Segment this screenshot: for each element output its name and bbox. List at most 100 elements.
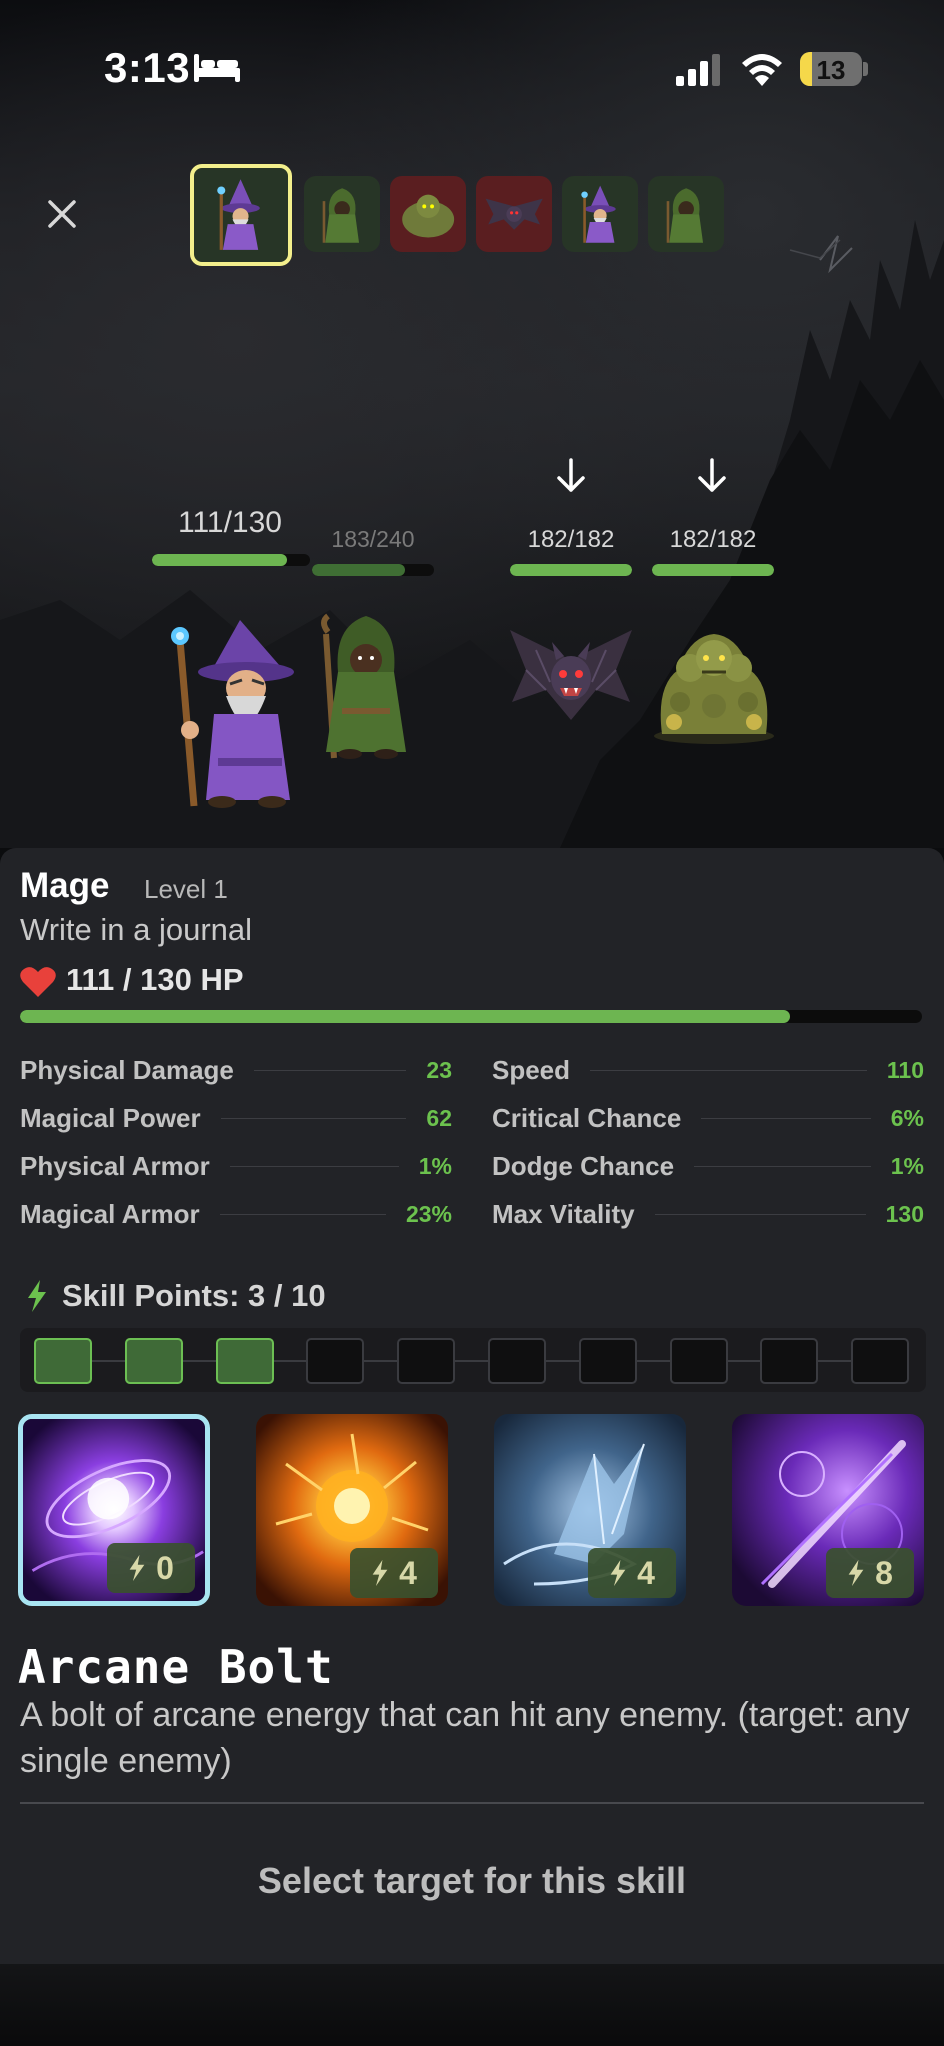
stat-row: Magical Armor 23%	[20, 1196, 452, 1232]
wifi-icon	[742, 54, 782, 86]
skill-point-box	[488, 1338, 546, 1384]
divider	[20, 1802, 924, 1804]
skill-points-label: Skill Points: 3 / 10	[62, 1278, 326, 1313]
golem-hp-label: 182/182	[669, 526, 757, 553]
mage-icon	[581, 185, 616, 243]
turn-slot-golem[interactable]	[390, 176, 466, 252]
mage-hp-fill	[152, 554, 287, 566]
skill-point-connector	[727, 1360, 761, 1362]
stat-divider	[229, 1165, 399, 1167]
turn-slot-mage-active[interactable]	[190, 164, 292, 266]
stat-value: 130	[885, 1200, 924, 1227]
mage-hp-bar	[152, 554, 310, 566]
skill-cost: 8	[875, 1554, 893, 1591]
selected-skill-title: Arcane Bolt	[18, 1640, 334, 1694]
signal-icon	[676, 54, 720, 86]
rogue-hp-bar	[312, 564, 434, 576]
turn-slot-rogue[interactable]	[648, 176, 724, 252]
skill-card-fire-burst[interactable]: 4	[256, 1414, 448, 1606]
bottom-strip	[0, 1964, 944, 2046]
rogue-icon	[322, 188, 359, 243]
skill-cost-badge: 8	[826, 1548, 914, 1598]
skill-card-arcane-bolt[interactable]: 0	[18, 1414, 210, 1606]
rogue-hp-label: 183/240	[331, 526, 415, 552]
close-icon[interactable]	[44, 196, 80, 232]
character-name: Mage	[20, 866, 110, 905]
hp-text: 111 / 130 HP	[66, 962, 244, 997]
skill-cost-badge: 4	[588, 1548, 676, 1598]
skill-card-void-comet[interactable]: 8	[732, 1414, 924, 1606]
stat-divider	[590, 1069, 867, 1071]
target-arrow-icon	[557, 458, 585, 492]
heart-icon	[20, 967, 56, 997]
golem-sprite[interactable]	[650, 616, 778, 744]
stat-name: Physical Damage	[20, 1054, 234, 1085]
bat-hp-bar	[510, 564, 632, 576]
skill-point-box	[760, 1338, 819, 1384]
skill-point-connector	[636, 1360, 670, 1362]
target-arrow-icon	[698, 458, 726, 492]
skill-cost-badge: 0	[107, 1543, 195, 1593]
character-level: Level 1	[144, 874, 228, 904]
skill-point-box	[124, 1338, 183, 1384]
bat-hp-fill	[510, 564, 632, 576]
character-hp-fill	[20, 1010, 791, 1023]
lightning-icon	[610, 1559, 626, 1587]
stat-name: Speed	[492, 1054, 571, 1085]
skill-point-box	[851, 1338, 910, 1384]
select-target-prompt: Select target for this skill	[257, 1860, 687, 1901]
stat-value: 6%	[890, 1104, 924, 1131]
stat-divider	[219, 1213, 386, 1215]
stat-value: 1%	[418, 1152, 452, 1179]
stat-divider	[701, 1117, 871, 1119]
skill-point-connector	[364, 1360, 398, 1362]
turn-slot-mage[interactable]	[562, 176, 638, 252]
character-task: Write in a journal	[20, 912, 253, 947]
lightning-icon	[28, 1280, 46, 1312]
stat-row: Speed 110	[492, 1052, 924, 1088]
bat-icon	[485, 198, 543, 230]
stat-value: 23	[426, 1056, 452, 1083]
status-time: 3:13	[104, 44, 191, 91]
skill-point-connector	[92, 1360, 125, 1362]
stat-row: Critical Chance 6%	[492, 1100, 924, 1136]
skill-cost-badge: 4	[350, 1548, 438, 1598]
stat-divider	[220, 1117, 407, 1119]
skill-point-box	[397, 1338, 456, 1384]
golem-hp-bar	[652, 564, 774, 576]
battery-cap	[863, 62, 868, 76]
bat-sprite[interactable]	[506, 620, 636, 730]
rogue-hp-fill	[312, 564, 406, 576]
bat-hp-label: 182/182	[527, 526, 615, 553]
skill-card-ice-shard[interactable]: 4	[494, 1414, 686, 1606]
stat-divider	[694, 1165, 871, 1167]
turn-slot-bat[interactable]	[476, 176, 552, 252]
stat-name: Max Vitality	[492, 1198, 635, 1229]
skill-point-connector	[818, 1360, 852, 1362]
turn-slot-rogue[interactable]	[304, 176, 380, 252]
rogue-sprite[interactable]	[306, 612, 426, 762]
lightning-icon	[848, 1559, 864, 1587]
lightning-icon	[129, 1554, 145, 1582]
rogue-icon	[666, 188, 703, 243]
stat-name: Dodge Chance	[492, 1150, 675, 1181]
skill-cost: 4	[637, 1554, 655, 1591]
golem-hp-fill	[652, 564, 774, 576]
stat-name: Critical Chance	[492, 1102, 682, 1133]
stat-name: Magical Power	[20, 1102, 201, 1133]
battery-icon: 13	[800, 52, 862, 86]
skill-cost: 0	[156, 1549, 174, 1586]
stat-name: Magical Armor	[20, 1198, 200, 1229]
mage-sprite[interactable]	[150, 610, 300, 810]
stat-row: Max Vitality 130	[492, 1196, 924, 1232]
battery-level: 13	[816, 55, 846, 85]
mage-icon	[217, 179, 261, 251]
skill-point-connector	[273, 1360, 307, 1362]
lightning-icon	[372, 1559, 388, 1587]
skill-point-box	[306, 1338, 365, 1384]
stat-row: Physical Damage 23	[20, 1052, 452, 1088]
skill-point-box	[215, 1338, 274, 1384]
skill-cost: 4	[399, 1554, 417, 1591]
skill-point-box	[578, 1338, 637, 1384]
stat-row: Physical Armor 1%	[20, 1148, 452, 1184]
